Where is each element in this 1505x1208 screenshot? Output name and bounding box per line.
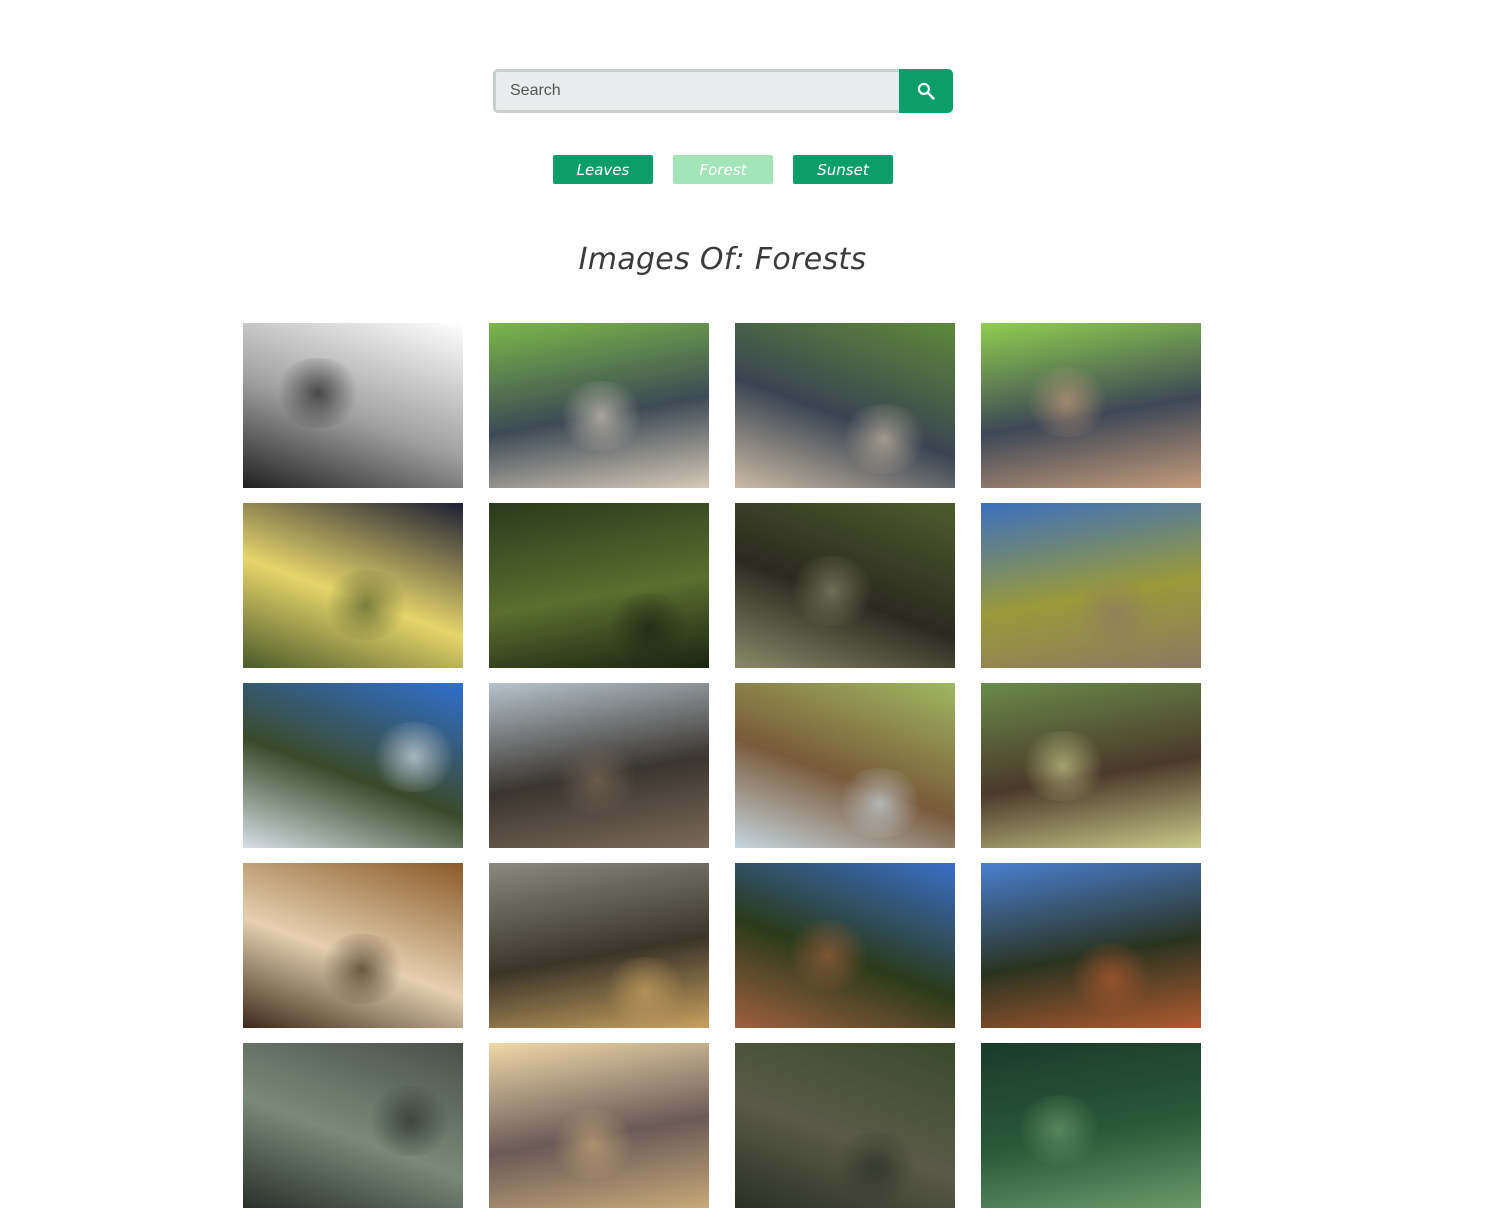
forest-image[interactable]	[489, 503, 709, 668]
image-detail	[831, 1132, 921, 1202]
forest-image[interactable]	[735, 1043, 955, 1208]
image-detail	[365, 1086, 455, 1156]
image-detail	[1014, 1095, 1104, 1165]
forest-image[interactable]	[489, 863, 709, 1028]
search-icon	[917, 82, 935, 100]
forest-image[interactable]	[243, 323, 463, 488]
forest-image[interactable]	[243, 683, 463, 848]
forest-image[interactable]	[735, 863, 955, 1028]
image-detail	[556, 381, 646, 451]
image-detail	[1066, 943, 1156, 1013]
forest-image[interactable]	[489, 683, 709, 848]
forest-image[interactable]	[981, 323, 1201, 488]
image-detail	[600, 957, 690, 1027]
tag-filters: Leaves Forest Sunset	[553, 155, 893, 184]
image-detail	[317, 934, 407, 1004]
image-detail	[783, 920, 873, 990]
search-bar	[493, 69, 953, 113]
image-detail	[1070, 579, 1160, 649]
tag-forest[interactable]: Forest	[673, 155, 773, 184]
image-detail	[604, 593, 694, 663]
image-detail	[552, 745, 642, 815]
forest-image[interactable]	[243, 1043, 463, 1208]
forest-image[interactable]	[489, 323, 709, 488]
forest-image[interactable]	[981, 863, 1201, 1028]
image-detail	[787, 556, 877, 626]
search-input[interactable]	[493, 69, 899, 113]
image-detail	[548, 1109, 638, 1179]
forest-image[interactable]	[981, 1043, 1201, 1208]
image-detail	[839, 404, 929, 474]
image-detail	[835, 768, 925, 838]
forest-image[interactable]	[489, 1043, 709, 1208]
image-detail	[1022, 367, 1112, 437]
forest-image[interactable]	[981, 683, 1201, 848]
search-button[interactable]	[899, 69, 953, 113]
page-title: Images Of: Forests	[578, 242, 867, 277]
forest-image[interactable]	[243, 503, 463, 668]
image-detail	[1018, 731, 1108, 801]
forest-image[interactable]	[981, 503, 1201, 668]
image-detail	[369, 722, 459, 792]
forest-image[interactable]	[735, 323, 955, 488]
forest-image[interactable]	[735, 683, 955, 848]
image-detail	[273, 358, 363, 428]
tag-leaves[interactable]: Leaves	[553, 155, 653, 184]
image-grid	[243, 323, 1201, 1208]
forest-image[interactable]	[735, 503, 955, 668]
tag-sunset[interactable]: Sunset	[793, 155, 893, 184]
image-detail	[321, 570, 411, 640]
forest-image[interactable]	[243, 863, 463, 1028]
